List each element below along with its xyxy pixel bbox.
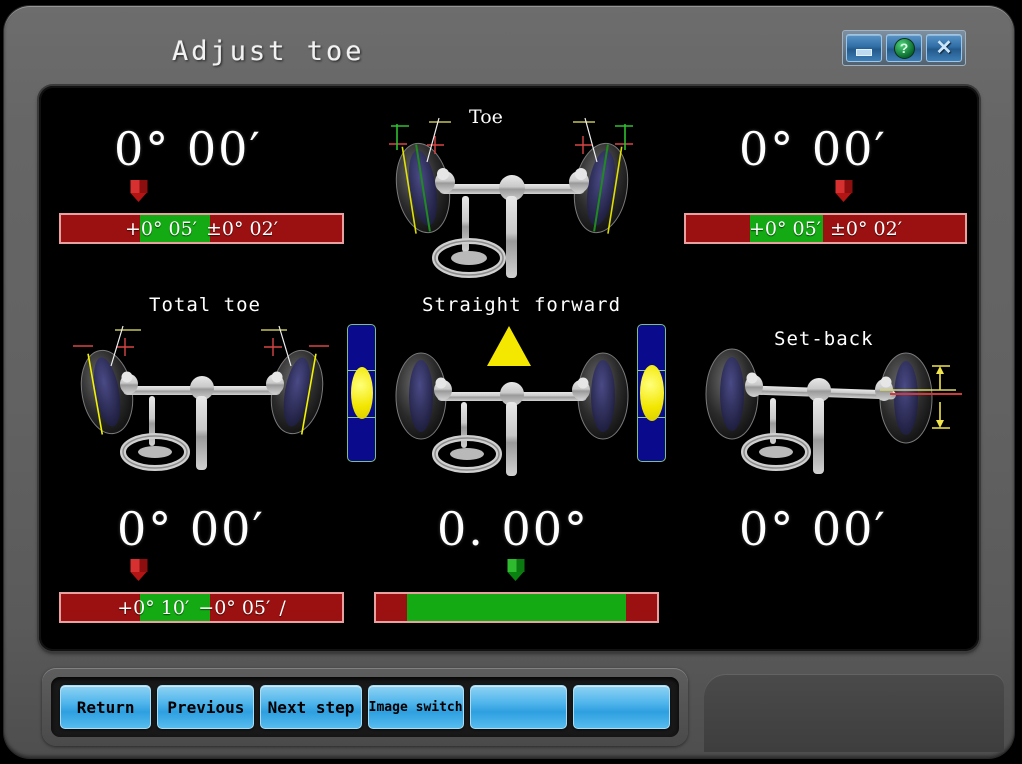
right-level-blob — [639, 365, 664, 421]
straight-forward-value: 0. 00° — [437, 502, 590, 556]
previous-button-label: Previous — [167, 697, 245, 717]
previous-button[interactable]: Previous — [157, 685, 255, 729]
left-toe-pointer — [130, 180, 148, 202]
help-icon: ? — [893, 37, 915, 59]
blank-button-1[interactable] — [469, 685, 567, 729]
set-back-axle-diagram — [694, 336, 966, 476]
left-level-indicator — [347, 324, 376, 462]
total-toe-tolerance-bar: +0° 10′ −0° 05′ / — [59, 592, 344, 623]
side-panel — [704, 674, 1004, 752]
page-title: Adjust toe — [172, 36, 365, 67]
total-toe-suffix: / — [279, 596, 286, 619]
left-toe-tolerance: ±0° 02′ — [206, 217, 279, 240]
minimize-button[interactable] — [846, 34, 882, 62]
measurement-screen: Toe 0° 00′ +0° 05′ ±0° 02′ 0° 00′ +0° 05… — [39, 86, 979, 651]
left-toe-value: 0° 00′ — [114, 122, 262, 176]
straight-forward-caption: Straight forward — [422, 294, 622, 316]
right-toe-value: 0° 00′ — [739, 122, 887, 176]
return-button-label: Return — [76, 697, 135, 717]
left-toe-bar-text: +0° 05′ ±0° 02′ — [61, 215, 342, 242]
right-toe-spec: +0° 05′ — [748, 217, 821, 240]
window-controls: ? ✕ — [842, 30, 966, 66]
straight-forward-pointer — [507, 559, 525, 581]
help-button[interactable]: ? — [886, 34, 922, 62]
left-toe-spec: +0° 05′ — [124, 217, 197, 240]
total-toe-caption: Total toe — [149, 294, 261, 316]
toolbar-tray: Return Previous Next step Image switch — [51, 677, 679, 737]
minimize-icon — [856, 49, 872, 56]
window-chassis: Adjust toe ? ✕ Toe 0° 00′ +0° 05′ ±0° 02… — [4, 6, 1014, 758]
right-toe-tolerance: ±0° 02′ — [830, 217, 903, 240]
return-button[interactable]: Return — [60, 685, 152, 729]
blank-button-2[interactable] — [572, 685, 671, 729]
close-button[interactable]: ✕ — [926, 34, 962, 62]
next-step-button-label: Next step — [267, 697, 355, 717]
straight-forward-axle-diagram — [387, 334, 637, 479]
left-toe-tolerance-bar: +0° 05′ ±0° 02′ — [59, 213, 344, 244]
total-toe-axle-diagram — [71, 324, 333, 474]
total-toe-bar-text: +0° 10′ −0° 05′ / — [61, 594, 342, 621]
set-back-value: 0° 00′ — [739, 502, 887, 556]
close-icon: ✕ — [935, 37, 953, 59]
right-toe-bar-text: +0° 05′ ±0° 02′ — [686, 215, 965, 242]
straight-forward-tolerance-bar — [374, 592, 659, 623]
image-switch-button-label: Image switch — [368, 699, 463, 715]
straight-forward-green-zone — [406, 594, 627, 621]
right-toe-pointer — [835, 180, 853, 202]
total-toe-pointer — [130, 559, 148, 581]
total-toe-tolerance: −0° 05′ — [198, 596, 271, 619]
image-switch-button[interactable]: Image switch — [367, 685, 464, 729]
left-level-blob — [350, 367, 373, 419]
total-toe-value: 0° 00′ — [117, 502, 265, 556]
total-toe-spec: +0° 10′ — [117, 596, 190, 619]
right-level-indicator — [637, 324, 666, 462]
toe-axle-diagram — [387, 116, 637, 291]
toolbar-dock: Return Previous Next step Image switch — [42, 668, 688, 746]
application-window: Adjust toe ? ✕ Toe 0° 00′ +0° 05′ ±0° 02… — [0, 0, 1022, 764]
right-toe-tolerance-bar: +0° 05′ ±0° 02′ — [684, 213, 967, 244]
next-step-button[interactable]: Next step — [260, 685, 362, 729]
title-bar: Adjust toe ? ✕ — [4, 6, 1014, 90]
